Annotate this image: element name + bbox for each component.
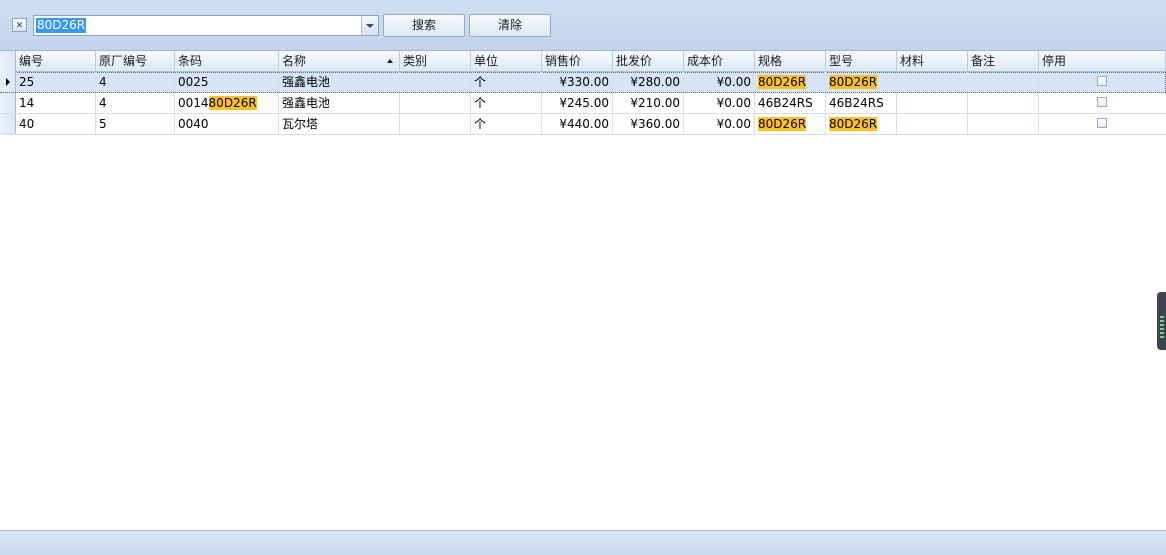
cell-spec-text: 46B24RS (758, 96, 813, 110)
cell-spec-text: 80D26R (758, 117, 807, 131)
cell-cost-price[interactable]: ¥0.00 (684, 93, 755, 113)
cell-wholesale-price[interactable]: ¥360.00 (613, 114, 684, 134)
cell-model[interactable]: 80D26R (826, 114, 897, 134)
search-button[interactable]: 搜索 (383, 14, 465, 37)
cell-model[interactable]: 46B24RS (826, 93, 897, 113)
product-grid: 编号 原厂编号 条码 名称 类别 单位 销售价 批发价 成本价 规格 型号 材料… (0, 50, 1166, 531)
match-highlight: 80D26R (208, 96, 257, 110)
cell-category[interactable] (400, 72, 471, 92)
sort-ascending-icon (387, 59, 393, 63)
cell-unit[interactable]: 个 (471, 93, 542, 113)
cell-remark[interactable] (968, 114, 1039, 134)
disabled-checkbox[interactable] (1097, 76, 1107, 86)
column-header-wholesale-price[interactable]: 批发价 (613, 51, 684, 72)
cell-disabled[interactable] (1039, 93, 1166, 113)
cell-model-text: 80D26R (829, 75, 878, 89)
close-find-panel-button[interactable]: ✕ (12, 18, 27, 32)
cell-disabled[interactable] (1039, 72, 1166, 92)
column-header-factory-no[interactable]: 原厂编号 (96, 51, 175, 72)
cell-spec-text: 80D26R (758, 75, 807, 89)
cell-spec[interactable]: 80D26R (755, 114, 826, 134)
current-row-icon (6, 78, 10, 86)
cell-material[interactable] (897, 93, 968, 113)
cell-barcode-text: 0025 (178, 75, 209, 89)
column-header-barcode[interactable]: 条码 (175, 51, 279, 72)
cell-material[interactable] (897, 72, 968, 92)
column-header-disabled[interactable]: 停用 (1039, 51, 1166, 72)
cell-remark[interactable] (968, 93, 1039, 113)
table-row[interactable]: 40 5 0040 瓦尔塔 个 ¥440.00 ¥360.00 ¥0.00 80… (0, 114, 1166, 135)
column-header-id[interactable]: 编号 (16, 51, 96, 72)
chevron-down-icon[interactable] (361, 16, 378, 35)
column-header-sale-price[interactable]: 销售价 (542, 51, 613, 72)
cell-spec[interactable]: 80D26R (755, 72, 826, 92)
cell-sale-price[interactable]: ¥245.00 (542, 93, 613, 113)
column-header-remark[interactable]: 备注 (968, 51, 1039, 72)
cell-barcode[interactable]: 0040 (175, 114, 279, 134)
cell-disabled[interactable] (1039, 114, 1166, 134)
disabled-checkbox[interactable] (1097, 118, 1107, 128)
clear-button[interactable]: 清除 (469, 14, 551, 37)
column-header-cost-price[interactable]: 成本价 (684, 51, 755, 72)
cell-wholesale-price[interactable]: ¥280.00 (613, 72, 684, 92)
row-indicator-cell[interactable] (0, 72, 16, 92)
cell-factory-no[interactable]: 5 (96, 114, 175, 134)
row-indicator-cell[interactable] (0, 93, 16, 113)
search-panel: ✕ 80D26R 搜索 清除 (0, 0, 1166, 50)
table-row[interactable]: 25 4 0025 强鑫电池 个 ¥330.00 ¥280.00 ¥0.00 8… (0, 72, 1166, 93)
column-header-spec[interactable]: 规格 (755, 51, 826, 72)
column-header-model[interactable]: 型号 (826, 51, 897, 72)
column-header-name[interactable]: 名称 (279, 51, 400, 72)
cell-id[interactable]: 40 (16, 114, 96, 134)
grid-header: 编号 原厂编号 条码 名称 类别 单位 销售价 批发价 成本价 规格 型号 材料… (0, 51, 1166, 72)
cell-material[interactable] (897, 114, 968, 134)
cell-name[interactable]: 瓦尔塔 (279, 114, 400, 134)
cell-sale-price[interactable]: ¥440.00 (542, 114, 613, 134)
side-panel-handle[interactable] (1157, 292, 1166, 350)
cell-model-text: 80D26R (829, 117, 878, 131)
cell-cost-price[interactable]: ¥0.00 (684, 72, 755, 92)
cell-factory-no[interactable]: 4 (96, 72, 175, 92)
search-input-value[interactable]: 80D26R (36, 18, 87, 33)
column-header-material[interactable]: 材料 (897, 51, 968, 72)
cell-wholesale-price[interactable]: ¥210.00 (613, 93, 684, 113)
cell-spec[interactable]: 46B24RS (755, 93, 826, 113)
cell-id[interactable]: 25 (16, 72, 96, 92)
cell-category[interactable] (400, 93, 471, 113)
cell-model[interactable]: 80D26R (826, 72, 897, 92)
table-row[interactable]: 14 4 001480D26R 强鑫电池 个 ¥245.00 ¥210.00 ¥… (0, 93, 1166, 114)
cell-model-text: 46B24RS (829, 96, 884, 110)
status-bar (0, 531, 1166, 555)
cell-sale-price[interactable]: ¥330.00 (542, 72, 613, 92)
cell-barcode-text: 0014 (178, 96, 209, 110)
header-indicator-cell (0, 51, 16, 72)
cell-category[interactable] (400, 114, 471, 134)
cell-name[interactable]: 强鑫电池 (279, 72, 400, 92)
column-header-unit[interactable]: 单位 (471, 51, 542, 72)
column-header-category[interactable]: 类别 (400, 51, 471, 72)
disabled-checkbox[interactable] (1097, 97, 1107, 107)
cell-unit[interactable]: 个 (471, 72, 542, 92)
cell-barcode[interactable]: 001480D26R (175, 93, 279, 113)
cell-remark[interactable] (968, 72, 1039, 92)
cell-cost-price[interactable]: ¥0.00 (684, 114, 755, 134)
search-input[interactable]: 80D26R (33, 15, 379, 36)
cell-name[interactable]: 强鑫电池 (279, 93, 400, 113)
cell-factory-no[interactable]: 4 (96, 93, 175, 113)
column-header-name-label: 名称 (282, 54, 307, 68)
cell-id[interactable]: 14 (16, 93, 96, 113)
row-indicator-cell[interactable] (0, 114, 16, 134)
cell-barcode-text: 0040 (178, 117, 209, 131)
cell-unit[interactable]: 个 (471, 114, 542, 134)
cell-barcode[interactable]: 0025 (175, 72, 279, 92)
